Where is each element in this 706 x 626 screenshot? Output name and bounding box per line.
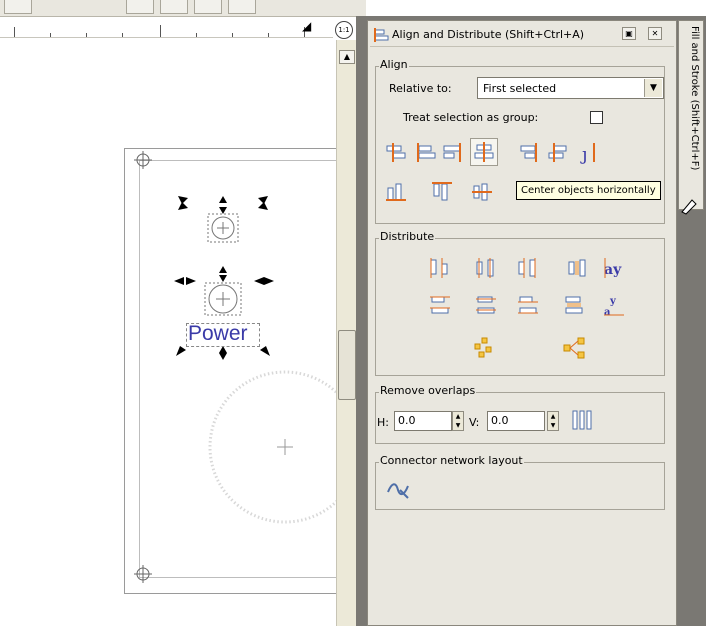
svg-text:ay: ay	[604, 262, 622, 278]
arrange-connector-network-icon[interactable]	[386, 478, 410, 502]
remove-overlaps-button-icon[interactable]	[570, 408, 594, 432]
h-gap-label: H:	[377, 416, 389, 429]
distribute-right-edges-icon[interactable]	[516, 256, 540, 280]
make-horizontal-gaps-equal-icon[interactable]	[566, 256, 590, 280]
relative-to-label: Relative to:	[389, 82, 452, 95]
center-on-horizontal-axis-icon[interactable]	[470, 180, 494, 204]
connector-layout-group	[375, 462, 665, 510]
selection-handles-bottom	[176, 346, 270, 360]
align-right-edges-to-left-anchor-icon[interactable]	[384, 140, 408, 164]
tooltip: Center objects horizontally	[516, 181, 661, 200]
panel-menu-button[interactable]: ▣	[622, 27, 636, 40]
power-text-object[interactable]: Power	[188, 322, 248, 346]
relative-to-value: First selected	[483, 82, 557, 95]
chevron-down-icon[interactable]: ▼	[644, 79, 662, 97]
randomize-positions-icon[interactable]	[472, 336, 496, 360]
align-group-label: Align	[379, 58, 409, 71]
circle-object-middle	[204, 282, 242, 316]
distribute-group-label: Distribute	[379, 230, 436, 243]
align-left-edges-to-right-anchor-icon[interactable]	[546, 140, 570, 164]
align-panel-icon	[374, 28, 389, 42]
distribute-left-edges-icon[interactable]	[428, 256, 452, 280]
make-vertical-gaps-equal-icon[interactable]	[562, 294, 586, 318]
unclump-objects-icon[interactable]	[562, 336, 586, 360]
h-gap-input[interactable]: 0.0	[394, 411, 452, 431]
panel-title: Align and Distribute (Shift+Ctrl+A)	[392, 28, 585, 41]
scroll-up-button[interactable]: ▲	[339, 50, 355, 64]
remove-overlaps-label: Remove overlaps	[379, 384, 477, 397]
svg-text:a: a	[604, 307, 611, 318]
selection-handles-top	[178, 196, 268, 214]
distribute-centers-vertically-icon[interactable]	[474, 294, 498, 318]
circle-object-top	[207, 213, 239, 243]
connector-layout-label: Connector network layout	[379, 454, 524, 467]
fill-stroke-icon	[681, 199, 697, 215]
distribute-top-edges-icon[interactable]	[428, 294, 452, 318]
align-bottom-to-top-anchor-icon[interactable]	[384, 180, 408, 204]
distribute-bottom-edges-icon[interactable]	[516, 294, 540, 318]
crop-mark-top-left	[134, 151, 152, 169]
align-centers-left-icon[interactable]	[440, 140, 464, 164]
v-gap-stepper[interactable]: ▲ ▼	[547, 411, 559, 431]
center-objects-horizontally-icon[interactable]	[470, 138, 498, 166]
selection-handles-middle	[174, 266, 274, 285]
scroll-thumb[interactable]	[338, 330, 356, 400]
fill-stroke-tab-label: Fill and Stroke (Shift+Ctrl+F)	[689, 26, 700, 171]
align-left-edges-icon[interactable]	[414, 140, 438, 164]
distribute-text-baselines-vertical-icon[interactable]: ya	[602, 294, 626, 318]
distribute-centers-horizontally-icon[interactable]	[474, 256, 498, 280]
zoom-1to1-button[interactable]: 1:1	[333, 19, 355, 41]
align-text-anchors-horizontal-icon[interactable]: ȷ	[576, 140, 600, 164]
svg-text:ȷ: ȷ	[580, 144, 588, 164]
distribute-text-baselines-horizontal-icon[interactable]: ay	[602, 256, 626, 280]
canvas-objects	[134, 151, 336, 583]
svg-text:y: y	[609, 296, 617, 307]
zoom-label: 1:1	[335, 21, 353, 39]
panel-close-button[interactable]: ✕	[648, 27, 662, 40]
v-gap-label: V:	[469, 416, 480, 429]
align-right-edges-icon[interactable]	[516, 140, 540, 164]
align-top-edges-icon[interactable]	[430, 180, 454, 204]
v-gap-input[interactable]: 0.0	[487, 411, 545, 431]
treat-as-group-checkbox[interactable]	[590, 111, 603, 124]
crop-mark-bottom-left	[134, 565, 152, 583]
dial-object	[208, 370, 336, 524]
h-gap-stepper[interactable]: ▲ ▼	[452, 411, 464, 431]
treat-as-group-label: Treat selection as group:	[403, 111, 539, 124]
